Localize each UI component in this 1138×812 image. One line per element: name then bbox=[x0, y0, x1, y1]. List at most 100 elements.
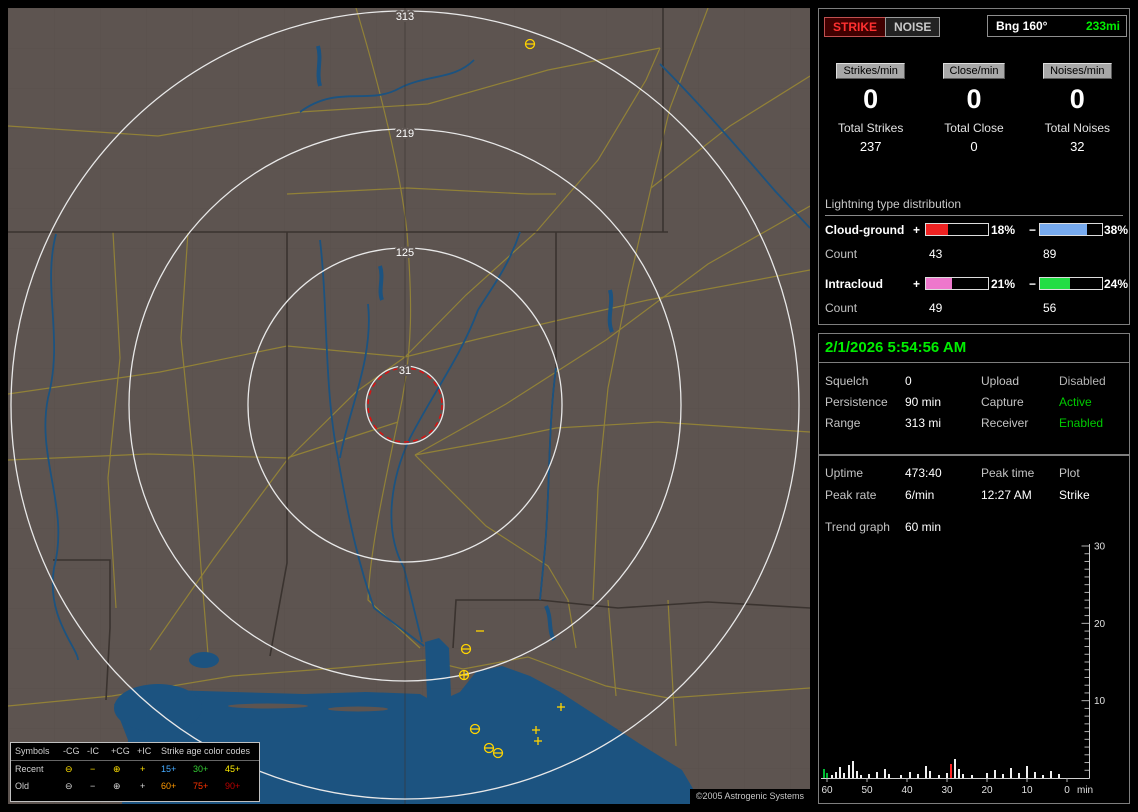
uptime-value: 473:40 bbox=[905, 466, 942, 480]
svg-text:50: 50 bbox=[861, 785, 873, 796]
peak-time-label: Peak time bbox=[981, 466, 1034, 480]
legend-row-old-label: Old bbox=[15, 781, 29, 791]
count-label: Count bbox=[825, 247, 857, 261]
svg-text:10: 10 bbox=[1021, 785, 1033, 796]
age-code-60: 60+ bbox=[161, 781, 176, 791]
cg-pos-pct: 18% bbox=[991, 223, 1015, 237]
status-panel: 2/1/2026 5:54:56 AM Squelch 0 Upload Dis… bbox=[818, 333, 1130, 455]
total-noises-label: Total Noises bbox=[1026, 121, 1129, 135]
ic-neg-old-icon: − bbox=[90, 781, 95, 791]
rate-counters: Strikes/min 0 Total Strikes 237 Close/mi… bbox=[819, 61, 1129, 154]
cg-neg-old-icon: ⊖ bbox=[65, 781, 73, 792]
cg-neg-bar bbox=[1039, 223, 1103, 236]
strikes-per-min-button[interactable]: Strikes/min bbox=[836, 63, 904, 79]
counter-close: Close/min 0 Total Close 0 bbox=[922, 61, 1025, 154]
ic-neg-icon: − bbox=[90, 764, 95, 774]
map-canvas[interactable]: 31321912531 Symbols -CG -IC +CG +IC Stri… bbox=[8, 8, 810, 804]
cg-neg-count: 89 bbox=[1043, 247, 1056, 261]
side-panel: STRIKE NOISE Bng 160° 233mi Strikes/min … bbox=[818, 8, 1130, 804]
cg-pos-bar bbox=[925, 223, 989, 236]
map-legend: Symbols -CG -IC +CG +IC Strike age color… bbox=[10, 742, 260, 802]
ic-pos-old-icon: + bbox=[140, 781, 145, 791]
ic-pos-pct: 21% bbox=[991, 277, 1015, 291]
svg-text:219: 219 bbox=[396, 128, 414, 140]
peak-rate-value: 6/min bbox=[905, 488, 934, 502]
minus-sign: − bbox=[1029, 277, 1036, 291]
svg-text:31: 31 bbox=[399, 365, 411, 377]
cg-neg-icon: ⊖ bbox=[65, 764, 73, 775]
svg-text:125: 125 bbox=[396, 247, 414, 259]
settings-row: Persistence 90 min Capture Active bbox=[819, 395, 1129, 411]
counters-panel: STRIKE NOISE Bng 160° 233mi Strikes/min … bbox=[818, 8, 1130, 325]
legend-title: Symbols bbox=[15, 746, 50, 756]
ic-neg-pct: 24% bbox=[1104, 277, 1128, 291]
age-code-45: 45+ bbox=[225, 764, 240, 774]
svg-text:30: 30 bbox=[1094, 542, 1106, 553]
total-strikes-label: Total Strikes bbox=[819, 121, 922, 135]
trend-x-labels: 6050403020100min bbox=[821, 785, 1093, 796]
total-close-value: 0 bbox=[922, 139, 1025, 154]
strike-button[interactable]: STRIKE bbox=[824, 17, 886, 37]
panel-divider bbox=[819, 362, 1129, 363]
capture-label: Capture bbox=[981, 395, 1024, 409]
bearing-label: Bng 160° bbox=[996, 19, 1047, 33]
receiver-label: Receiver bbox=[981, 416, 1028, 430]
minus-sign: − bbox=[1029, 223, 1036, 237]
ic-neg-bar bbox=[1039, 277, 1103, 290]
close-per-min-button[interactable]: Close/min bbox=[943, 63, 1006, 79]
noises-per-min-button[interactable]: Noises/min bbox=[1043, 63, 1111, 79]
legend-age-header: Strike age color codes bbox=[161, 746, 250, 756]
cloud-ground-count-row: Count 43 89 bbox=[819, 247, 1129, 261]
intracloud-label: Intracloud bbox=[825, 277, 883, 291]
legend-col-ic-neg: -IC bbox=[87, 746, 99, 756]
squelch-value: 0 bbox=[905, 374, 912, 388]
trend-graph-label: Trend graph bbox=[825, 520, 890, 534]
cloud-ground-label: Cloud-ground bbox=[825, 223, 904, 237]
peak-time-value: 12:27 AM bbox=[981, 488, 1032, 502]
cg-pos-icon: ⊕ bbox=[113, 764, 121, 775]
svg-text:0: 0 bbox=[1064, 785, 1070, 796]
receiver-status: Enabled bbox=[1059, 416, 1103, 430]
trend-panel: Uptime 473:40 Peak time Plot Peak rate 6… bbox=[818, 455, 1130, 804]
svg-text:20: 20 bbox=[1094, 619, 1106, 630]
range-label: Range bbox=[825, 416, 860, 430]
trend-y-labels: 302010 bbox=[1094, 542, 1106, 707]
plus-sign: + bbox=[913, 223, 920, 237]
svg-text:20: 20 bbox=[981, 785, 993, 796]
legend-col-cg-pos: +CG bbox=[111, 746, 130, 756]
settings-row: Range 313 mi Receiver Enabled bbox=[819, 416, 1129, 432]
total-noises-value: 32 bbox=[1026, 139, 1129, 154]
age-code-75: 75+ bbox=[193, 781, 208, 791]
bearing-value: 233mi bbox=[1086, 19, 1120, 33]
counter-noises: Noises/min 0 Total Noises 32 bbox=[1026, 61, 1129, 154]
trend-graph-row: Trend graph 60 min bbox=[819, 520, 1129, 536]
capture-status: Active bbox=[1059, 395, 1092, 409]
cg-pos-bar-fill bbox=[926, 224, 948, 235]
age-code-30: 30+ bbox=[193, 764, 208, 774]
squelch-label: Squelch bbox=[825, 374, 868, 388]
copyright-notice: ©2005 Astrogenic Systems bbox=[690, 789, 810, 804]
peak-rate-label: Peak rate bbox=[825, 488, 876, 502]
stats-row: Uptime 473:40 Peak time Plot bbox=[819, 466, 1129, 482]
legend-col-ic-pos: +IC bbox=[137, 746, 151, 756]
intracloud-row: Intracloud + 21% − 24% bbox=[819, 277, 1129, 291]
cg-neg-bar-fill bbox=[1040, 224, 1087, 235]
stats-row: Peak rate 6/min 12:27 AM Strike bbox=[819, 488, 1129, 504]
legend-row-recent-label: Recent bbox=[15, 764, 44, 774]
count-label: Count bbox=[825, 301, 857, 315]
legend-col-cg-neg: -CG bbox=[63, 746, 80, 756]
settings-row: Squelch 0 Upload Disabled bbox=[819, 374, 1129, 390]
noise-button[interactable]: NOISE bbox=[885, 17, 940, 37]
range-value: 313 mi bbox=[905, 416, 941, 430]
plus-sign: + bbox=[913, 277, 920, 291]
plot-mode-value: Strike bbox=[1059, 488, 1090, 502]
cg-pos-old-icon: ⊕ bbox=[113, 781, 121, 792]
svg-text:30: 30 bbox=[941, 785, 953, 796]
legend-divider bbox=[11, 760, 259, 761]
plot-label: Plot bbox=[1059, 466, 1080, 480]
datetime-display: 2/1/2026 5:54:56 AM bbox=[825, 339, 966, 356]
trend-graph-window: 60 min bbox=[905, 520, 941, 534]
trend-graph: 302010 6050403020100min bbox=[821, 542, 1121, 800]
intracloud-count-row: Count 49 56 bbox=[819, 301, 1129, 315]
ic-neg-bar-fill bbox=[1040, 278, 1070, 289]
